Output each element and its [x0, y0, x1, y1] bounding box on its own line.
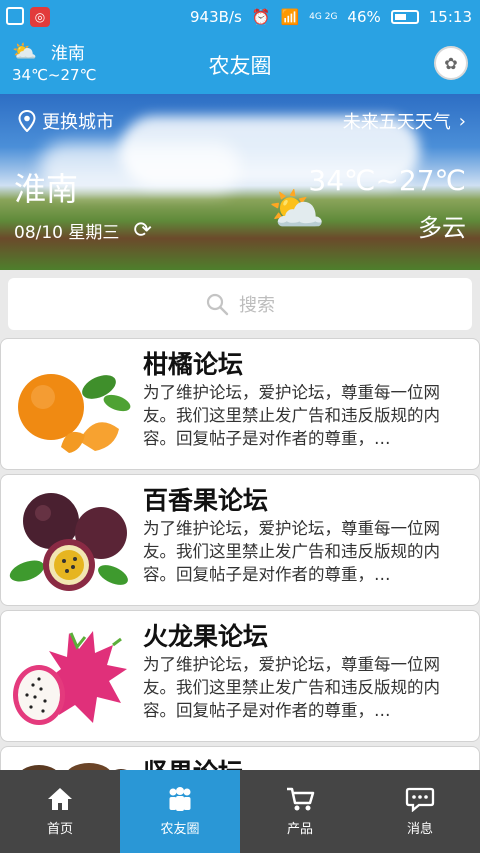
- banner-date-row: 08/10 星期三 ⟳: [14, 218, 152, 243]
- change-city-link[interactable]: 更换城市: [18, 108, 114, 134]
- screenshot-icon: [6, 7, 24, 25]
- refresh-icon[interactable]: ⟳: [133, 218, 151, 243]
- message-icon: [405, 787, 435, 812]
- forum-card-citrus[interactable]: 柑橘论坛 为了维护论坛，爱护论坛，尊重每一位网友。我们这里禁止发广告和违反版规的…: [0, 338, 480, 470]
- location-pin-icon: [18, 110, 36, 132]
- orange-image: [9, 351, 131, 459]
- banner-date: 08/10 星期三: [14, 223, 120, 243]
- forum-description: 为了维护论坛，爱护论坛，尊重每一位网友。我们这里禁止发广告和违反版规的内容。回复…: [143, 519, 440, 584]
- cart-icon: [287, 787, 315, 811]
- passion-fruit-image: [9, 487, 131, 595]
- forum-title: 火龙果论坛: [143, 622, 269, 651]
- tab-messages[interactable]: 消息: [360, 770, 480, 853]
- dragon-fruit-image: [9, 623, 131, 731]
- banner-temp-range: 34℃~27℃: [308, 164, 466, 197]
- page-title: 农友圈: [208, 54, 272, 78]
- tab-farmer-circle[interactable]: 农友圈: [120, 770, 240, 853]
- tab-home[interactable]: 首页: [0, 770, 120, 853]
- signal-icon: 4G 2G: [309, 11, 338, 22]
- forum-description: 为了维护论坛，爱护论坛，尊重每一位网友。我们这里禁止发广告和违反版规的内容。回复…: [143, 655, 440, 720]
- forum-card-dragon-fruit[interactable]: 火龙果论坛 为了维护论坛，爱护论坛，尊重每一位网友。我们这里禁止发广告和违反版规…: [0, 610, 480, 742]
- banner-condition: 多云: [418, 214, 466, 242]
- forum-title: 柑橘论坛: [143, 350, 244, 379]
- search-input[interactable]: 搜索: [8, 278, 472, 330]
- net-speed: 943B/s: [189, 8, 242, 26]
- people-icon: [169, 787, 191, 811]
- tab-label: 消息: [406, 822, 433, 837]
- forecast-label: 未来五天天气: [342, 112, 451, 133]
- weather-banner: 更换城市 未来五天天气 › 淮南 08/10 星期三 ⟳ ⛅ 34℃~27℃ 多…: [0, 94, 480, 270]
- forum-title: 百香果论坛: [143, 486, 269, 515]
- wifi-icon: 📶: [280, 8, 300, 26]
- chevron-right-icon: ›: [458, 110, 466, 132]
- change-city-label: 更换城市: [42, 112, 114, 133]
- tab-label: 产品: [286, 822, 313, 837]
- home-icon: [48, 788, 72, 810]
- app-notification-icon: ◎: [30, 7, 50, 27]
- alarm-icon: ⏰: [251, 8, 271, 26]
- five-day-forecast-link[interactable]: 未来五天天气 ›: [343, 108, 466, 134]
- tab-label: 农友圈: [160, 822, 200, 837]
- banner-city: 淮南: [14, 170, 79, 208]
- search-icon: [206, 293, 229, 316]
- forum-card-passion-fruit[interactable]: 百香果论坛 为了维护论坛，爱护论坛，尊重每一位网友。我们这里禁止发广告和违反版规…: [0, 474, 480, 606]
- bottom-tab-bar: 首页 农友圈 产品 消息: [0, 770, 480, 853]
- avatar[interactable]: ✿: [434, 46, 468, 80]
- tab-label: 首页: [46, 822, 73, 837]
- search-placeholder: 搜索: [239, 295, 275, 316]
- clock: 15:13: [428, 8, 472, 26]
- forum-description: 为了维护论坛，爱护论坛，尊重每一位网友。我们这里禁止发广告和违反版规的内容。回复…: [143, 383, 440, 448]
- status-bar: ◎ 943B/s ⏰ 📶 4G 2G 46% 15:13: [0, 0, 480, 34]
- app-header: ⛅ 淮南 34℃~27℃ 农友圈 ✿: [0, 34, 480, 94]
- battery-icon: [390, 10, 419, 24]
- tab-products[interactable]: 产品: [240, 770, 360, 853]
- battery-percent: 46%: [347, 8, 381, 26]
